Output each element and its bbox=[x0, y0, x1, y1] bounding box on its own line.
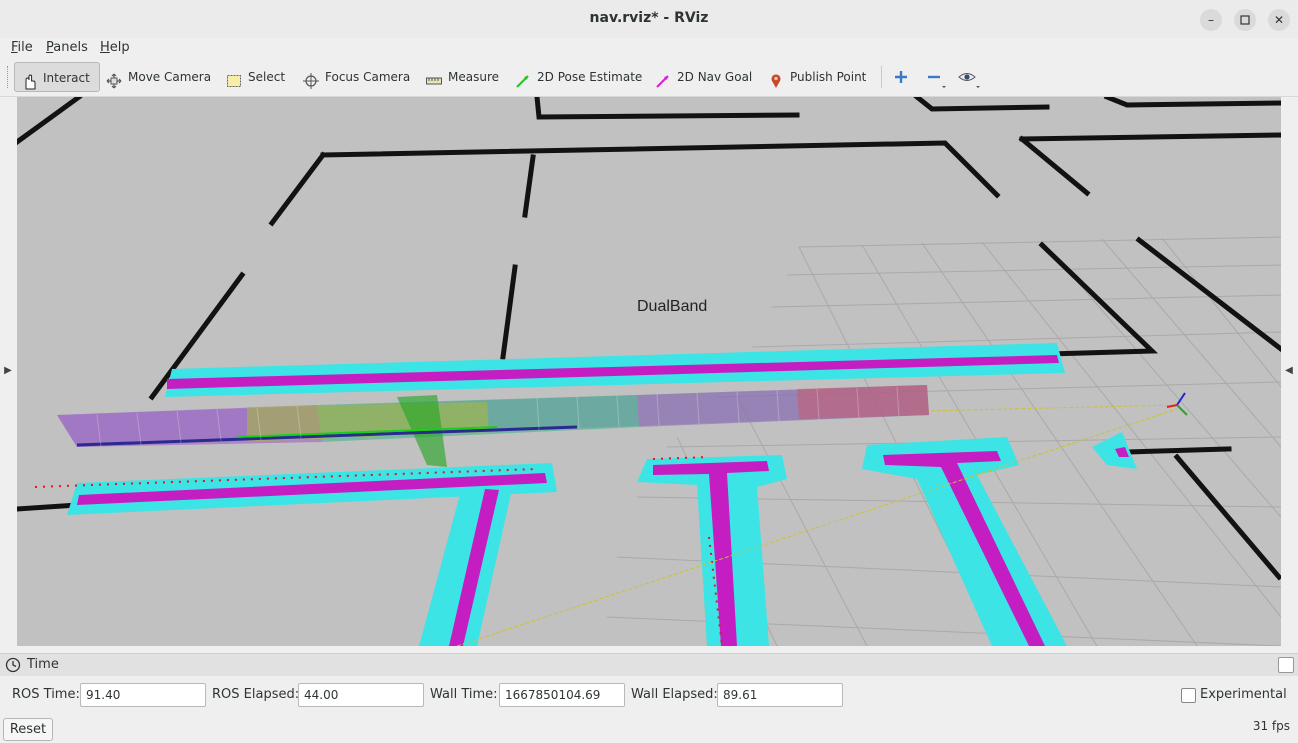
minimize-icon[interactable]: – bbox=[1200, 9, 1222, 31]
tool-2d-nav-goal[interactable]: 2D Nav Goal bbox=[649, 62, 753, 92]
window-title: nav.rviz* - RViz bbox=[589, 10, 709, 26]
view-eye-icon[interactable] bbox=[958, 69, 984, 95]
dualband-label: DualBand bbox=[637, 298, 708, 315]
ros-elapsed-field[interactable]: 44.00 bbox=[298, 683, 424, 707]
ros-elapsed-label: ROS Elapsed: bbox=[212, 687, 300, 702]
goal-lines bbox=[456, 404, 1178, 646]
render-panel: ▶ ◀ DualBand bbox=[0, 97, 1298, 648]
ros-time-field[interactable]: 91.40 bbox=[80, 683, 206, 707]
tool-measure[interactable]: Measure bbox=[420, 62, 500, 92]
toolbar-grip[interactable] bbox=[7, 66, 10, 88]
ros-time-label: ROS Time: bbox=[12, 687, 80, 702]
scene-svg bbox=[17, 97, 1281, 646]
tool-move-camera[interactable]: Move Camera bbox=[100, 62, 211, 92]
menu-bar: File Panels Help bbox=[0, 38, 1298, 58]
menu-file[interactable]: File bbox=[11, 40, 33, 55]
remove-tool-icon[interactable] bbox=[926, 69, 948, 95]
menu-panels[interactable]: Panels bbox=[46, 40, 88, 55]
panel-float-checkbox[interactable] bbox=[1278, 657, 1294, 673]
select-box-icon bbox=[226, 70, 242, 87]
maximize-icon[interactable] bbox=[1234, 9, 1256, 31]
experimental-checkbox[interactable] bbox=[1181, 688, 1196, 703]
wall-elapsed-label: Wall Elapsed: bbox=[631, 687, 718, 702]
focus-crosshair-icon bbox=[303, 70, 319, 89]
collapse-right-dock-icon[interactable]: ◀ bbox=[1284, 365, 1294, 376]
menu-help[interactable]: Help bbox=[100, 40, 130, 55]
green-arrow-icon bbox=[515, 70, 531, 88]
tool-publish-point[interactable]: Publish Point bbox=[762, 62, 868, 92]
toolbar-separator bbox=[881, 66, 882, 88]
3d-viewport[interactable]: DualBand bbox=[17, 97, 1281, 646]
wall-elapsed-field[interactable]: 89.61 bbox=[717, 683, 843, 707]
reset-button[interactable]: Reset bbox=[3, 718, 53, 741]
experimental-label: Experimental bbox=[1200, 687, 1287, 702]
add-tool-icon[interactable] bbox=[893, 69, 909, 89]
tool-interact[interactable]: Interact bbox=[14, 62, 100, 92]
tool-select[interactable]: Select bbox=[220, 62, 292, 92]
wall-time-field[interactable]: 1667850104.69 bbox=[499, 683, 625, 707]
time-panel-title: Time bbox=[27, 657, 59, 672]
collapse-left-dock-icon[interactable]: ▶ bbox=[3, 365, 13, 376]
fps-counter: 31 fps bbox=[1252, 719, 1290, 733]
hand-pointer-icon bbox=[21, 71, 37, 89]
magenta-arrow-icon bbox=[655, 70, 671, 88]
ruler-icon bbox=[426, 70, 442, 86]
time-panel-header: Time bbox=[0, 653, 1298, 676]
clock-icon bbox=[5, 657, 21, 677]
wall-time-label: Wall Time: bbox=[430, 687, 498, 702]
toolbar: Interact Move Camera Select Focus Camera… bbox=[0, 58, 1298, 97]
tool-focus-camera[interactable]: Focus Camera bbox=[297, 62, 410, 92]
window-titlebar: nav.rviz* - RViz – ✕ bbox=[0, 0, 1298, 39]
tool-2d-pose-estimate[interactable]: 2D Pose Estimate bbox=[509, 62, 642, 92]
map-pin-icon bbox=[768, 70, 784, 88]
footprint-history bbox=[57, 385, 929, 467]
move-camera-icon bbox=[106, 70, 122, 88]
close-icon[interactable]: ✕ bbox=[1268, 9, 1290, 31]
